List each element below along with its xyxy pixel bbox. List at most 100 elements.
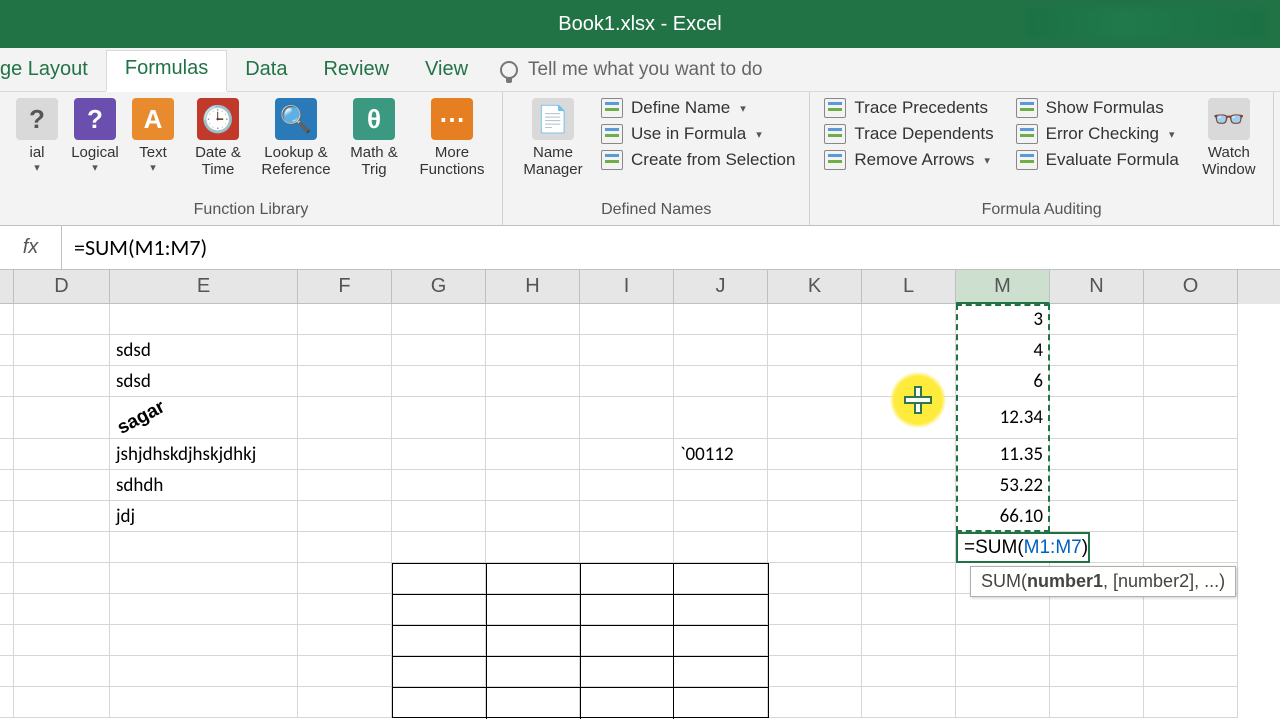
col-header-I[interactable]: I [580, 270, 674, 304]
evaluate-formula-button[interactable]: Evaluate Formula [1016, 150, 1179, 170]
group-defined-names: 📄 Name Manager Define Name▾ Use in Formu… [503, 92, 810, 225]
error-checking-button[interactable]: Error Checking▾ [1016, 124, 1179, 144]
cell-M5[interactable]: 11.35 [956, 439, 1050, 470]
use-in-formula-button[interactable]: Use in Formula▾ [601, 124, 795, 144]
watch-icon: 👓 [1208, 98, 1250, 140]
fn-text[interactable]: A Text ▾ [124, 96, 182, 174]
function-icon: ? [16, 98, 58, 140]
cell-E7[interactable]: jdj [110, 501, 298, 532]
tell-me-placeholder: Tell me what you want to do [528, 59, 762, 81]
col-header-H[interactable]: H [486, 270, 580, 304]
col-header-E[interactable]: E [110, 270, 298, 304]
ribbon-tabs: ge Layout Formulas Data Review View Tell… [0, 48, 1280, 92]
ribbon: ? ial ▾ ? Logical ▾ A Text ▾ 🕒 Date & Ti… [0, 92, 1280, 226]
fn-lookup-reference[interactable]: 🔍 Lookup & Reference [254, 96, 338, 179]
group-formula-auditing: Trace Precedents Trace Dependents Remove… [810, 92, 1273, 225]
cell-E1[interactable] [110, 304, 298, 335]
cell-E5[interactable]: jshjdhskdjhskjdhkj [110, 439, 298, 470]
chevron-down-icon: ▾ [1169, 128, 1175, 141]
text-icon: A [132, 98, 174, 140]
editing-cell-overlay[interactable]: =SUM(M1:M7) [956, 532, 1090, 563]
cell-E4[interactable]: sagar [110, 397, 298, 439]
col-header-G[interactable]: G [392, 270, 486, 304]
cell-J5[interactable]: `00112 [674, 439, 768, 470]
chevron-down-icon: ▾ [756, 128, 762, 141]
fn-logical[interactable]: ? Logical ▾ [66, 96, 124, 174]
cell-M2[interactable]: 4 [956, 335, 1050, 366]
group-title-formula-auditing: Formula Auditing [818, 199, 1264, 223]
remove-arrows-button[interactable]: Remove Arrows▾ [824, 150, 993, 170]
trace-precedents-button[interactable]: Trace Precedents [824, 98, 993, 118]
grid-row: jdj 66.10 [0, 501, 1280, 532]
fn-financial-partial[interactable]: ? ial ▾ [8, 96, 66, 174]
tab-formulas[interactable]: Formulas [106, 50, 227, 92]
cell-M1[interactable]: 3 [956, 304, 1050, 335]
chevron-down-icon: ▾ [34, 161, 40, 174]
col-header-O[interactable]: O [1144, 270, 1238, 304]
group-title-defined-names: Defined Names [511, 199, 801, 223]
logical-icon: ? [74, 98, 116, 140]
define-name-button[interactable]: Define Name▾ [601, 98, 795, 118]
chevron-down-icon: ▾ [740, 102, 746, 115]
theta-icon: θ [353, 98, 395, 140]
cell-E2[interactable]: sdsd [110, 335, 298, 366]
watch-window-button[interactable]: 👓 Watch Window [1193, 96, 1265, 179]
more-icon: ⋯ [431, 98, 473, 140]
eraser-icon [824, 150, 846, 170]
name-manager-icon: 📄 [532, 98, 574, 140]
group-calculation-partial: ⚙ Cal Op [1274, 92, 1280, 225]
create-from-selection-button[interactable]: Create from Selection [601, 150, 795, 170]
fx-button[interactable]: fx [0, 226, 62, 269]
col-header-D[interactable]: D [14, 270, 110, 304]
trace-dependents-button[interactable]: Trace Dependents [824, 124, 993, 144]
grid-body[interactable]: 3 sdsd 4 sdsd 6 sagar 12.34 [0, 304, 1280, 720]
group-function-library: ? ial ▾ ? Logical ▾ A Text ▾ 🕒 Date & Ti… [0, 92, 503, 225]
fn-date-time[interactable]: 🕒 Date & Time [182, 96, 254, 179]
cell-M7[interactable]: 66.10 [956, 501, 1050, 532]
arrow-icon [824, 124, 846, 144]
fn-more-functions[interactable]: ⋯ More Functions [410, 96, 494, 179]
column-headers: D E F G H I J K L M N O [0, 270, 1280, 304]
arrow-icon [824, 98, 846, 118]
col-header-M[interactable]: M [956, 270, 1050, 304]
eval-icon [1016, 150, 1038, 170]
grid-row: sdhdh 53.22 [0, 470, 1280, 501]
formula-bar: fx =SUM(M1:M7) [0, 226, 1280, 270]
fn-math-trig[interactable]: θ Math & Trig [338, 96, 410, 179]
col-header-N[interactable]: N [1050, 270, 1144, 304]
highlight-cursor-icon [890, 372, 946, 428]
formula-icon [1016, 98, 1038, 118]
cell-M6[interactable]: 53.22 [956, 470, 1050, 501]
fx-icon [601, 124, 623, 144]
cell-M3[interactable]: 6 [956, 366, 1050, 397]
chevron-down-icon: ▾ [92, 161, 98, 174]
tag-icon [601, 98, 623, 118]
chevron-down-icon: ▾ [150, 161, 156, 174]
cell-D1[interactable] [14, 304, 110, 335]
col-header-K[interactable]: K [768, 270, 862, 304]
bordered-table [392, 563, 769, 718]
col-header-L[interactable]: L [862, 270, 956, 304]
group-title-function-library: Function Library [8, 199, 494, 223]
name-manager-button[interactable]: 📄 Name Manager [511, 96, 595, 179]
tab-page-layout-partial[interactable]: ge Layout [0, 52, 106, 91]
worksheet[interactable]: D E F G H I J K L M N O 3 sdsd 4 [0, 270, 1280, 720]
cell-E3[interactable]: sdsd [110, 366, 298, 397]
lightbulb-icon [500, 61, 518, 79]
sheet-corner[interactable] [0, 270, 14, 304]
tab-data[interactable]: Data [227, 52, 305, 91]
cell-M4[interactable]: 12.34 [956, 397, 1050, 439]
cell-E6[interactable]: sdhdh [110, 470, 298, 501]
tab-review[interactable]: Review [305, 52, 407, 91]
warning-icon [1016, 124, 1038, 144]
formula-input[interactable]: =SUM(M1:M7) [62, 230, 1280, 265]
lookup-icon: 🔍 [275, 98, 317, 140]
col-header-F[interactable]: F [298, 270, 392, 304]
grid-row: 3 [0, 304, 1280, 335]
tell-me-search[interactable]: Tell me what you want to do [486, 59, 776, 91]
window-title: Book1.xlsx - Excel [558, 13, 721, 36]
tab-view[interactable]: View [407, 52, 486, 91]
grid-row: sdsd 6 [0, 366, 1280, 397]
col-header-J[interactable]: J [674, 270, 768, 304]
show-formulas-button[interactable]: Show Formulas [1016, 98, 1179, 118]
